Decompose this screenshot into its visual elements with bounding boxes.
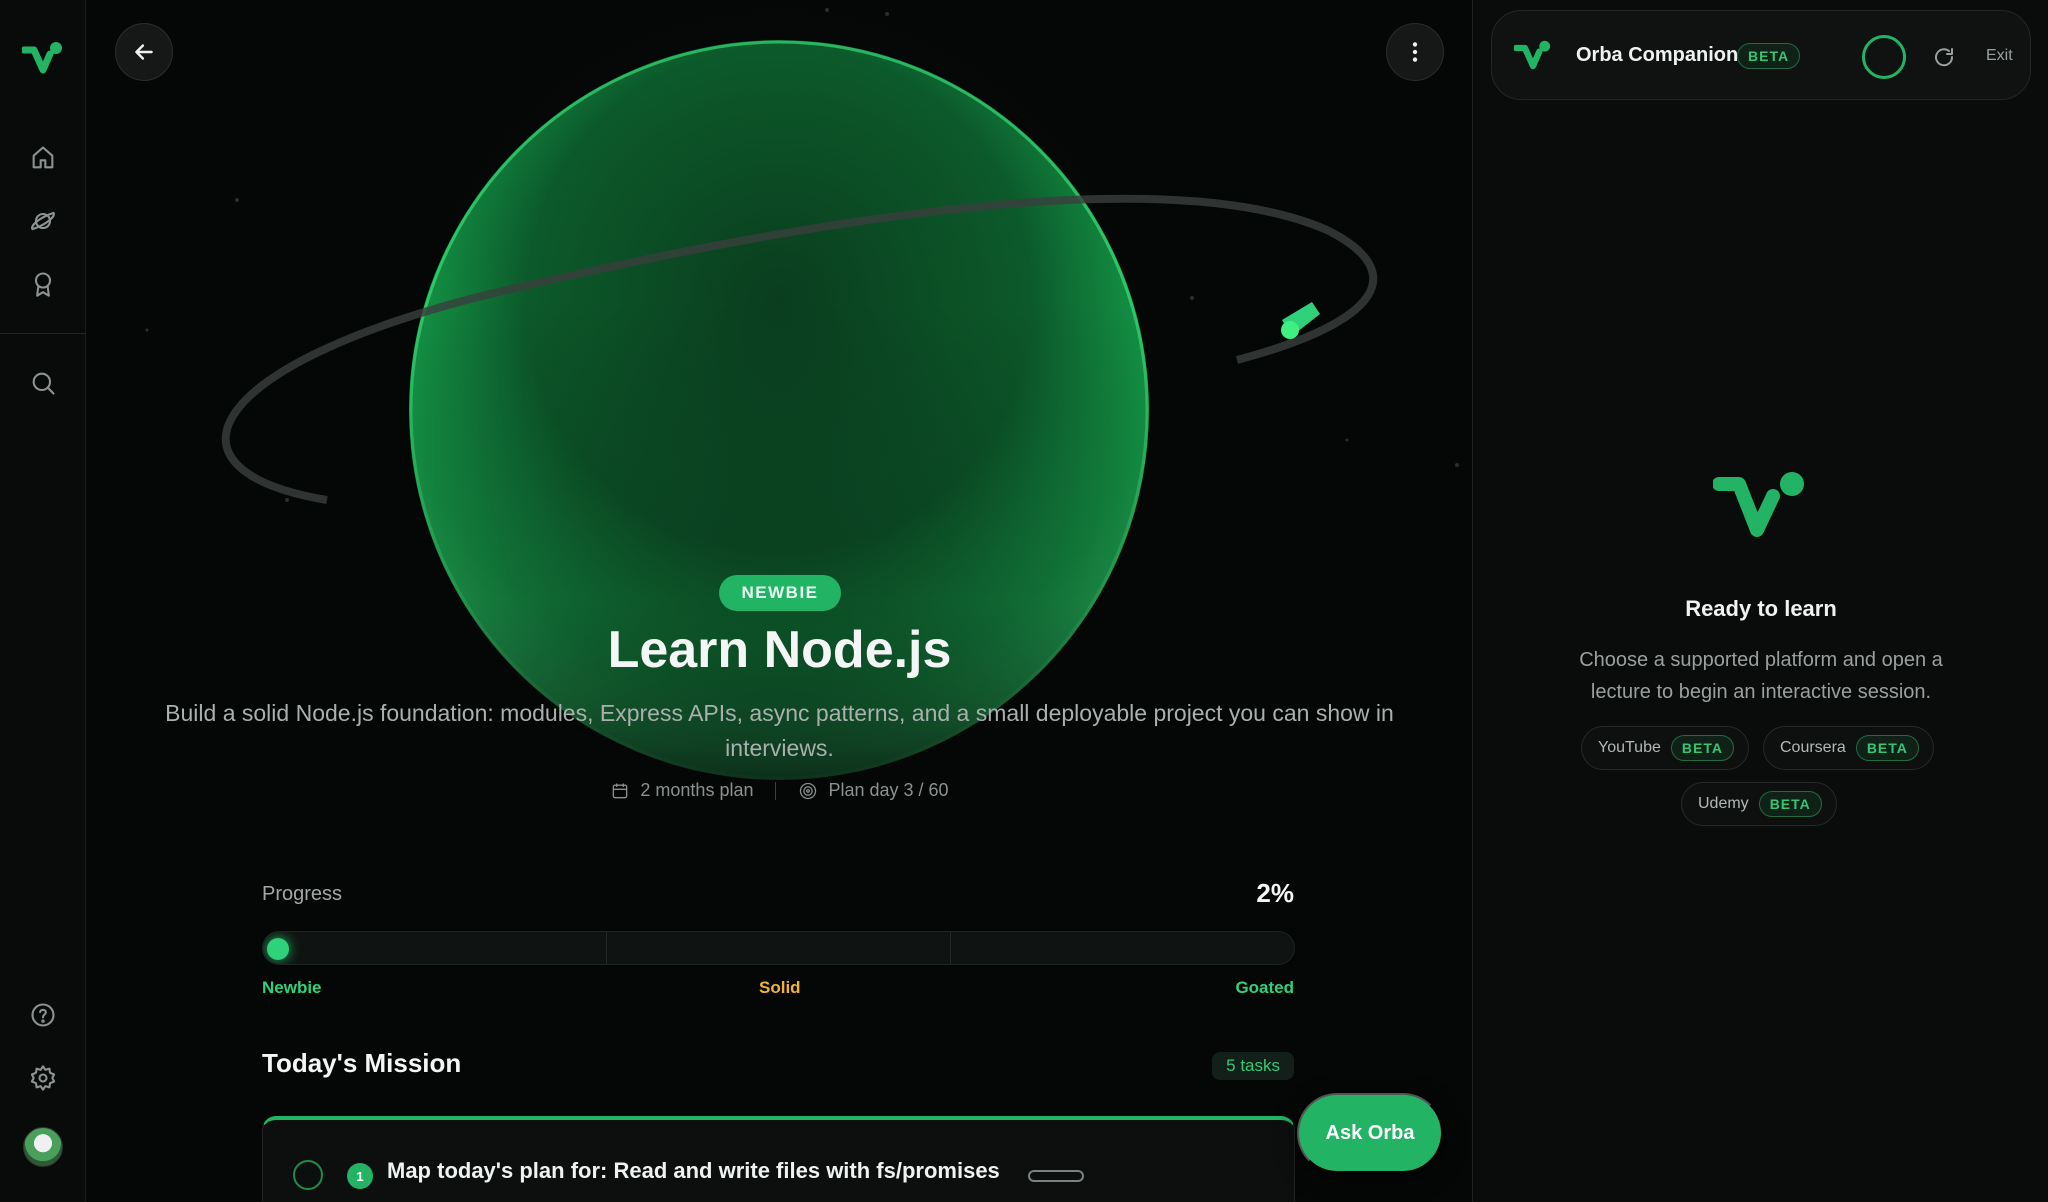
- plan-length: 2 months plan: [610, 780, 753, 801]
- task-title: Map today's plan for: Read and write fil…: [387, 1158, 1000, 1183]
- platform-name: Udemy: [1698, 795, 1749, 812]
- plan-length-label: 2 months plan: [640, 780, 754, 800]
- meta-separator: [775, 781, 777, 800]
- target-icon: [800, 782, 817, 799]
- beta-badge: BETA: [1737, 43, 1801, 69]
- avatar[interactable]: [23, 1127, 63, 1167]
- platform-beta-badge: BETA: [1758, 791, 1822, 817]
- companion-title: Orba Companion: [1576, 44, 1739, 66]
- progress-label: Progress: [262, 883, 343, 905]
- platform-coursera[interactable]: Coursera BETA: [1763, 726, 1934, 770]
- home-icon[interactable]: [23, 138, 63, 178]
- level-goated: Goated: [1235, 978, 1294, 997]
- refresh-icon[interactable]: [1932, 45, 1956, 69]
- search-icon[interactable]: [23, 363, 63, 403]
- progress-bar: [262, 931, 1295, 965]
- more-options-button[interactable]: [1386, 23, 1444, 81]
- back-button[interactable]: [115, 23, 173, 81]
- platform-name: YouTube: [1598, 739, 1661, 756]
- course-main: NEWBIE Learn Node.js Build a solid Node.…: [87, 0, 1472, 1202]
- companion-panel: Orba Companion BETA Exit Ready to learn …: [1472, 0, 2048, 1202]
- settings-icon[interactable]: [23, 1058, 63, 1098]
- course-meta: 2 months plan Plan day 3 / 60: [87, 780, 1472, 801]
- platform-name: Coursera: [1780, 739, 1846, 756]
- calendar-icon: [613, 783, 628, 798]
- progress-tick: [606, 932, 607, 964]
- empty-state-title: Ready to learn: [1685, 596, 1837, 621]
- progress-percent: 2%: [1256, 878, 1294, 908]
- award-icon[interactable]: [23, 264, 63, 304]
- left-rail: [0, 0, 86, 1202]
- task-number: 1: [347, 1163, 373, 1189]
- platform-udemy[interactable]: Udemy BETA: [1681, 782, 1837, 826]
- level-newbie: Newbie: [262, 978, 322, 997]
- ask-orba-button[interactable]: Ask Orba: [1297, 1093, 1443, 1173]
- orba-large-logo: [1713, 472, 1804, 537]
- task-drag-handle[interactable]: [1028, 1170, 1084, 1182]
- companion-header: Orba Companion BETA Exit: [1491, 10, 2031, 100]
- orba-logo: [1514, 40, 1551, 70]
- empty-state-description: Choose a supported platform and open a l…: [1579, 649, 1943, 703]
- app-logo[interactable]: [22, 40, 64, 80]
- planet-icon[interactable]: [23, 201, 63, 241]
- help-icon[interactable]: [23, 995, 63, 1035]
- task-card[interactable]: 1 Map today's plan for: Read and write f…: [262, 1116, 1295, 1202]
- platform-beta-badge: BETA: [1855, 735, 1919, 761]
- mission-title: Today's Mission: [262, 1048, 462, 1078]
- progress-fill: [267, 938, 289, 960]
- level-badge: NEWBIE: [719, 575, 841, 611]
- page-title: Learn Node.js: [607, 621, 952, 679]
- arrow-left-icon: [135, 44, 153, 60]
- task-checkbox[interactable]: [293, 1160, 323, 1190]
- progress-tick: [950, 932, 951, 964]
- plan-day: Plan day 3 / 60: [798, 780, 949, 801]
- more-vertical-icon: [1412, 42, 1418, 62]
- exit-button[interactable]: Exit: [1986, 47, 2013, 65]
- level-solid: Solid: [759, 978, 801, 997]
- rail-divider: [0, 333, 86, 334]
- platform-beta-badge: BETA: [1670, 735, 1734, 761]
- platform-youtube[interactable]: YouTube BETA: [1581, 726, 1749, 770]
- tasks-count-badge: 5 tasks: [1212, 1052, 1294, 1080]
- plan-day-label: Plan day 3 / 60: [828, 780, 949, 800]
- status-ring[interactable]: [1862, 35, 1906, 79]
- course-description: Build a solid Node.js foundation: module…: [165, 700, 1394, 761]
